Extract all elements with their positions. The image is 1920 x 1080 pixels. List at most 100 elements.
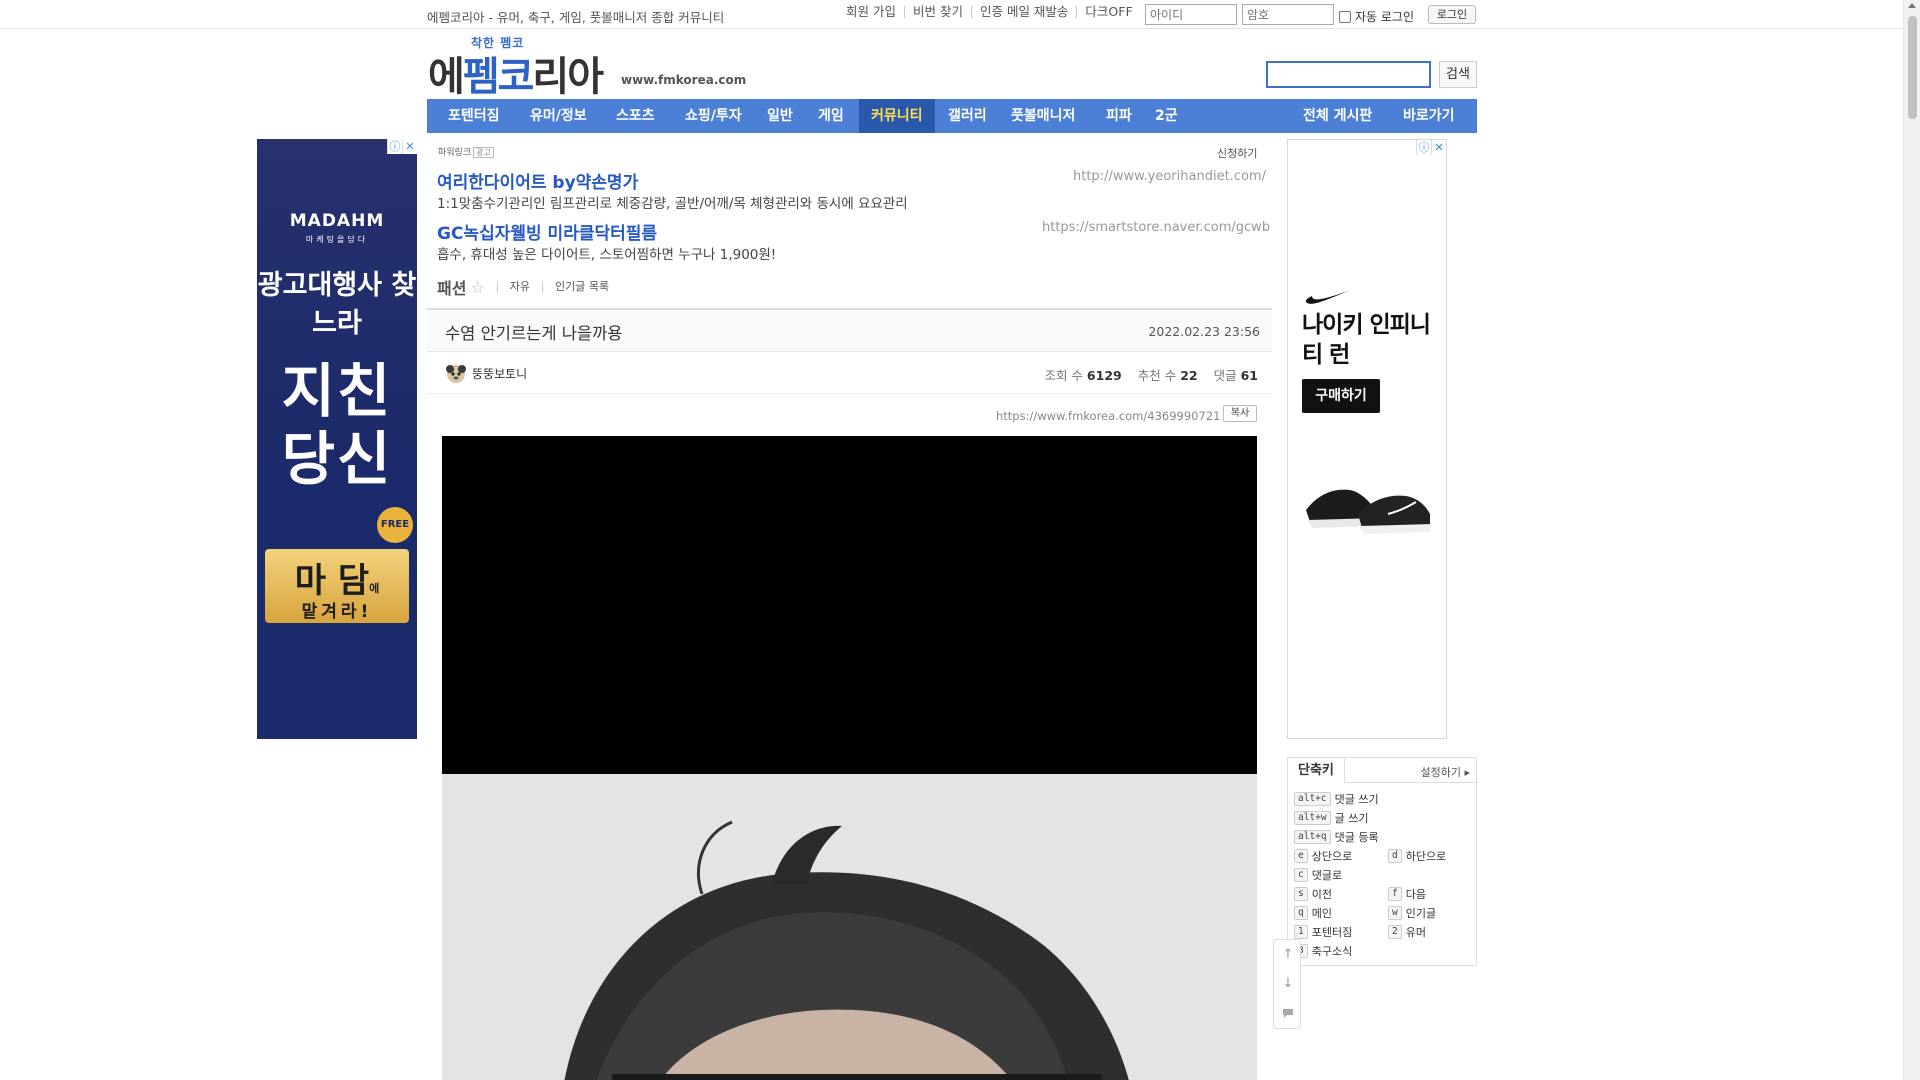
scroll-top-arrow-icon[interactable]: ↑: [1274, 941, 1302, 969]
nike-swoosh-icon: [1305, 290, 1350, 304]
powerlink-ad-url[interactable]: https://smartstore.naver.com/gcwb: [1042, 220, 1270, 235]
author-row: 뚱뚱보토니 조회 수 6129 추천 수 22 댓글 61: [427, 352, 1272, 394]
password-input[interactable]: [1242, 4, 1334, 25]
powerlink-ad-title[interactable]: GC녹십자웰빙 미라클닥터필름: [437, 219, 657, 244]
comment-bubble-icon[interactable]: [1274, 999, 1302, 1027]
ad-headline: 광고대행사 찾느라: [257, 270, 417, 339]
board-link-popular[interactable]: 인기글 목록: [542, 281, 609, 293]
user-id-input[interactable]: [1145, 4, 1237, 25]
nav-item-poten[interactable]: 포텐터짐: [436, 99, 512, 133]
ad-big-text: 지친 당신: [281, 357, 393, 493]
ad-controls: ⓘ ✕: [387, 139, 417, 154]
powerlink-label: 파워링크 광고: [438, 145, 494, 158]
post-image: [442, 436, 1257, 1080]
ad-product-title: 나이키 인피니티 런: [1302, 312, 1431, 368]
nav-item-game[interactable]: 게임: [806, 99, 856, 133]
photo-drawing: [442, 774, 1257, 1080]
shortcut-row: w 인기글: [1388, 905, 1436, 921]
shortcut-title: 단축키: [1288, 758, 1345, 783]
shortcut-row: 3축구소식: [1294, 943, 1352, 959]
auto-login-checkbox[interactable]: [1339, 10, 1351, 23]
right-banner-ad[interactable]: ⓘ ✕ 나이키 인피니티 런 구매하기: [1287, 139, 1447, 739]
shortcut-row: 2 유머: [1388, 924, 1426, 940]
shortcut-row: q 메인: [1294, 905, 1332, 921]
avatar: [446, 365, 466, 383]
board-name[interactable]: 패션: [437, 275, 466, 299]
powerlink-ad-url[interactable]: http://www.yeorihandiet.com/: [1073, 169, 1266, 184]
scroll-bottom-arrow-icon[interactable]: ↓: [1274, 970, 1302, 998]
shortcut-row: 1 포텐터짐: [1294, 924, 1352, 940]
nav-item-gallery[interactable]: 갤러리: [936, 99, 999, 133]
buy-button[interactable]: 구매하기: [1302, 379, 1380, 413]
site-description: 에펨코리아 - 유머, 축구, 게임, 풋볼매니저 종합 커뮤니티: [427, 10, 725, 25]
powerlink-ad-desc: 흡수, 휴대성 높은 다이어트, 스토어찜하면 누구나 1,900원!: [437, 247, 777, 263]
find-password-link[interactable]: 비번 찾기: [905, 5, 972, 18]
powerlink-ad-title[interactable]: 여리한다이어트 by약손명가: [437, 168, 638, 193]
post-title: 수염 안기르는게 나을까용: [445, 324, 623, 343]
resend-verification-link[interactable]: 인증 메일 재발송: [972, 5, 1078, 18]
nav-item-fifa[interactable]: 피파: [1094, 99, 1144, 133]
post-date: 2022.02.23 23:56: [1148, 324, 1260, 339]
search-input[interactable]: [1266, 61, 1431, 88]
nav-item-2nd-division[interactable]: 2군: [1143, 99, 1190, 133]
favorite-star-icon[interactable]: ☆: [470, 278, 484, 297]
floating-nav: ↑ ↓: [1273, 939, 1301, 1029]
powerlink-apply-link[interactable]: 신청하기: [1217, 145, 1257, 161]
nav-item-humor[interactable]: 유머/정보: [518, 99, 599, 133]
shoes-image: [1306, 489, 1432, 534]
ad-info-icon[interactable]: ⓘ: [387, 139, 402, 154]
shortcut-header: 단축키 설정하기 ▸: [1288, 758, 1478, 783]
board-link-free[interactable]: 자유: [496, 281, 530, 293]
search-button[interactable]: 검색: [1439, 61, 1477, 88]
page-scrollbar[interactable]: [1903, 0, 1920, 1080]
shortcut-box: 단축키 설정하기 ▸ alt+c 댓글 쓰기 alt+w 글 쓰기 alt+q 댓글 …: [1287, 757, 1478, 966]
main-nav: 포텐터짐 유머/정보 스포츠 쇼핑/투자 일반 게임 커뮤니티 갤러리 풋볼매니…: [427, 99, 1477, 133]
comments-stat: 댓글 61: [1213, 368, 1258, 383]
logo-text: 에펨코리아: [428, 54, 604, 100]
ad-ticket: 마 담에 맡겨라!: [265, 549, 409, 623]
nav-item-football-manager[interactable]: 풋볼매니저: [999, 99, 1087, 133]
shortcut-row: alt+c 댓글 쓰기: [1294, 791, 1379, 807]
recommend-stat: 추천 수 22: [1137, 368, 1198, 383]
top-bar: 에펨코리아 - 유머, 축구, 게임, 풋볼매니저 종합 커뮤니티 회원 가입 …: [0, 0, 1920, 29]
dark-mode-toggle[interactable]: 다크OFF: [1077, 5, 1140, 18]
top-links: 회원 가입 비번 찾기 인증 메일 재발송 다크OFF: [838, 5, 1141, 18]
scroll-up-arrow-icon[interactable]: [1908, 3, 1916, 8]
site-url: www.fmkorea.com: [621, 73, 747, 87]
madahm-logo: MADAHM: [289, 211, 385, 231]
ad-controls: ⓘ ✕: [1416, 140, 1446, 155]
auto-login[interactable]: 자동 로그인: [1339, 8, 1414, 25]
photo: [442, 774, 1257, 1080]
free-badge: FREE: [377, 507, 413, 543]
login-button[interactable]: 로그인: [1428, 5, 1476, 24]
shortcut-row: e 상단으로: [1294, 848, 1352, 864]
views-stat: 조회 수 6129: [1044, 368, 1122, 383]
nav-item-community[interactable]: 커뮤니티: [859, 99, 935, 133]
shortcut-row: c 댓글로: [1294, 867, 1342, 883]
nav-item-shopping[interactable]: 쇼핑/투자: [673, 99, 754, 133]
madahm-tagline: 마케팅을담다: [305, 235, 369, 244]
auto-login-label: 자동 로그인: [1355, 10, 1415, 24]
shortcut-row: f 다음: [1388, 886, 1426, 902]
ad-close-icon[interactable]: ✕: [1431, 140, 1446, 155]
shortcut-settings-link[interactable]: 설정하기 ▸: [1420, 764, 1470, 780]
nav-item-shortcuts[interactable]: 바로가기: [1391, 99, 1467, 133]
post-header: 수염 안기르는게 나을까용 2022.02.23 23:56: [427, 310, 1272, 352]
nav-item-general[interactable]: 일반: [755, 99, 805, 133]
ad-close-icon[interactable]: ✕: [402, 139, 417, 154]
nav-item-sports[interactable]: 스포츠: [604, 99, 667, 133]
shortcut-row: alt+w 글 쓰기: [1294, 810, 1368, 826]
nav-item-all-boards[interactable]: 전체 게시판: [1291, 99, 1384, 133]
ad-info-icon[interactable]: ⓘ: [1416, 140, 1431, 155]
signup-link[interactable]: 회원 가입: [838, 5, 905, 18]
post-url[interactable]: https://www.fmkorea.com/4369990721: [996, 409, 1220, 423]
scrollbar-thumb[interactable]: [1908, 16, 1917, 119]
copy-url-button[interactable]: 복사: [1223, 405, 1257, 422]
ticket-sub-text: 맡겨라!: [301, 602, 373, 622]
powerlink-ad-desc: 1:1맞춤수기관리인 림프관리로 체중감량, 골반/어깨/목 체형관리와 동시에…: [437, 196, 908, 212]
author-name[interactable]: 뚱뚱보토니: [472, 365, 527, 382]
shortcut-row: s 이전: [1294, 886, 1332, 902]
ticket-main-text: 마 담에: [294, 561, 380, 601]
left-banner-ad[interactable]: ⓘ ✕ MADAHM 마케팅을담다 광고대행사 찾느라 지친 당신 FREE 마…: [257, 139, 417, 739]
shortcut-row: d 하단으로: [1388, 848, 1446, 864]
